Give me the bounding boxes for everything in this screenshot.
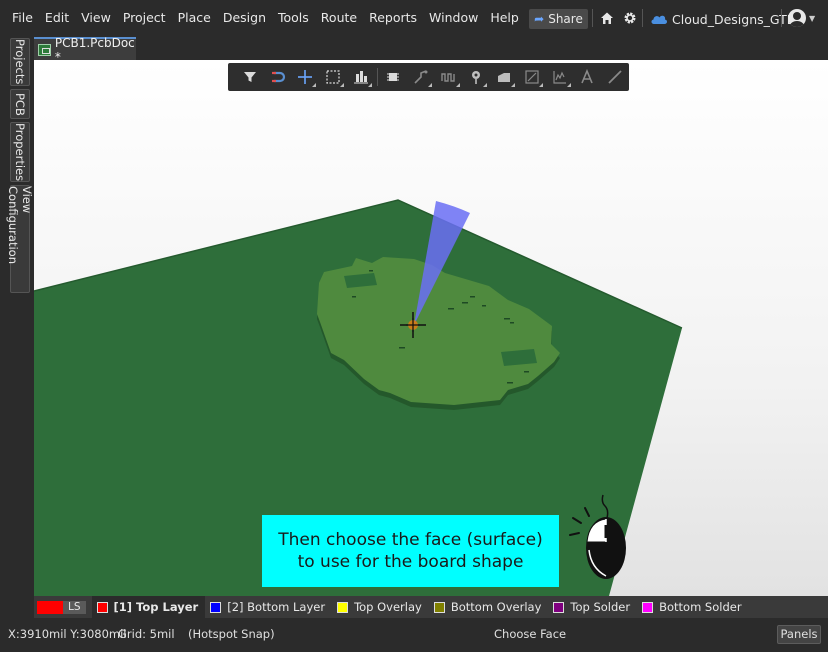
align-icon: [353, 71, 368, 84]
layer-tab-label: Top Overlay: [354, 600, 422, 614]
layer-tab-bottom-layer[interactable]: [2] Bottom Layer: [205, 596, 332, 618]
sidetab-view-configuration[interactable]: View Configuration: [6, 185, 34, 293]
menu-help[interactable]: Help: [484, 0, 525, 36]
workspace-name: Cloud_Designs_GTD: [672, 11, 797, 27]
route-button[interactable]: [407, 63, 435, 91]
chart-button[interactable]: [546, 63, 574, 91]
sidetab-properties[interactable]: Properties: [10, 122, 30, 182]
crosshair-place-icon: [298, 70, 313, 84]
layer-tab-top-layer[interactable]: [1] Top Layer: [91, 596, 206, 618]
length-tune-icon: [441, 73, 455, 82]
layer-set-button[interactable]: LS: [37, 599, 86, 615]
component-button[interactable]: [380, 63, 408, 91]
workspace-selector[interactable]: Cloud_Designs_GTD: [650, 9, 796, 29]
align-button[interactable]: [347, 63, 375, 91]
menu-file[interactable]: File: [0, 0, 39, 36]
menu-place[interactable]: Place: [172, 0, 217, 36]
menu-window[interactable]: Window: [423, 0, 484, 36]
layer-color-swatch: [642, 601, 654, 613]
dimension-icon: [525, 70, 539, 84]
menu-route[interactable]: Route: [315, 0, 363, 36]
layer-tab-label: Bottom Overlay: [450, 600, 542, 614]
select-button[interactable]: [319, 63, 347, 91]
filter-icon: [243, 72, 256, 82]
separator: [592, 9, 593, 27]
menu-view[interactable]: View: [75, 0, 117, 36]
layer-set-label: LS: [63, 600, 86, 614]
place-crosshair-button[interactable]: [291, 63, 319, 91]
share-button[interactable]: ➦ Share: [529, 9, 588, 29]
home-icon[interactable]: [600, 11, 614, 25]
grid-size: Grid: 5mil: [118, 627, 175, 641]
menu-design[interactable]: Design: [217, 0, 272, 36]
layer-tab-label: [2] Bottom Layer: [227, 600, 326, 614]
dimension-button[interactable]: [518, 63, 546, 91]
current-layer-color-swatch: [37, 600, 63, 614]
layer-tab-top-solder[interactable]: Top Solder: [548, 596, 637, 618]
chevron-down-icon: ▼: [809, 13, 816, 23]
filter-button[interactable]: [236, 63, 264, 91]
length-tune-button[interactable]: [435, 63, 463, 91]
pad-via-icon: [471, 71, 480, 84]
panels-button[interactable]: Panels: [777, 625, 821, 644]
layer-tab-label: [1] Top Layer: [113, 600, 199, 614]
instruction-caption: Then choose the face (surface) to use fo…: [262, 515, 559, 587]
layer-color-swatch: [433, 601, 445, 613]
layer-color-swatch: [210, 601, 222, 613]
component-icon: [387, 73, 400, 81]
snap-mode: (Hotspot Snap): [188, 627, 275, 641]
avatar: [788, 9, 806, 27]
line-icon: [608, 70, 622, 84]
separator: [642, 9, 643, 27]
fill-button[interactable]: [490, 63, 518, 91]
select-rectangle-icon: [326, 70, 340, 84]
layer-color-swatch: [337, 601, 349, 613]
menu-reports[interactable]: Reports: [363, 0, 423, 36]
toolbar-separator: [376, 68, 378, 86]
interactive-route-magnet-icon: [271, 71, 285, 83]
share-label: Share: [548, 12, 583, 26]
layer-tab-bottom-solder[interactable]: Bottom Solder: [637, 596, 748, 618]
route-icon: [414, 70, 428, 84]
menu-tools[interactable]: Tools: [272, 0, 315, 36]
caption-line-1: Then choose the face (surface): [278, 530, 543, 550]
layer-color-swatch: [553, 601, 565, 613]
user-menu[interactable]: ▼: [788, 9, 815, 27]
status-bar: X:3910mil Y:3080mil Grid: 5mil (Hotspot …: [0, 618, 828, 652]
chart-icon: [553, 71, 566, 84]
gear-icon[interactable]: [623, 11, 637, 25]
layer-tab-top-overlay[interactable]: Top Overlay: [332, 596, 429, 618]
share-arrow-icon: ➦: [534, 12, 545, 26]
layer-tab-bottom-overlay[interactable]: Bottom Overlay: [429, 596, 549, 618]
text-button[interactable]: [574, 63, 602, 91]
pcb-document-icon: [38, 43, 51, 56]
layer-tab-label: Bottom Solder: [659, 600, 742, 614]
menu-project[interactable]: Project: [117, 0, 172, 36]
separator: [781, 9, 782, 27]
cloud-icon: [651, 15, 668, 24]
active-bar-toolbar: [228, 63, 629, 91]
layer-color-swatch: [96, 601, 108, 613]
mouse-click-icon: [569, 494, 626, 579]
pad-via-button[interactable]: [463, 63, 491, 91]
sidetab-pcb[interactable]: PCB: [10, 89, 30, 119]
line-button[interactable]: [601, 63, 629, 91]
caption-line-2: to use for the board shape: [297, 552, 524, 572]
text-icon: [581, 69, 594, 84]
board-cutout: [501, 349, 537, 366]
status-message: Choose Face: [494, 627, 567, 641]
route-magnet-button[interactable]: [264, 63, 292, 91]
menu-edit[interactable]: Edit: [39, 0, 75, 36]
layer-tab-label: Top Solder: [570, 600, 631, 614]
layer-tabs-bar: LS [1] Top Layer [2] Bottom Layer Top Ov…: [34, 596, 828, 618]
sidetab-projects[interactable]: Projects: [10, 38, 30, 86]
tab-pcb-document[interactable]: PCB1.PcbDoc *: [34, 36, 136, 64]
cursor-coordinates: X:3910mil Y:3080mil: [8, 627, 127, 641]
fill-icon: [498, 73, 511, 82]
